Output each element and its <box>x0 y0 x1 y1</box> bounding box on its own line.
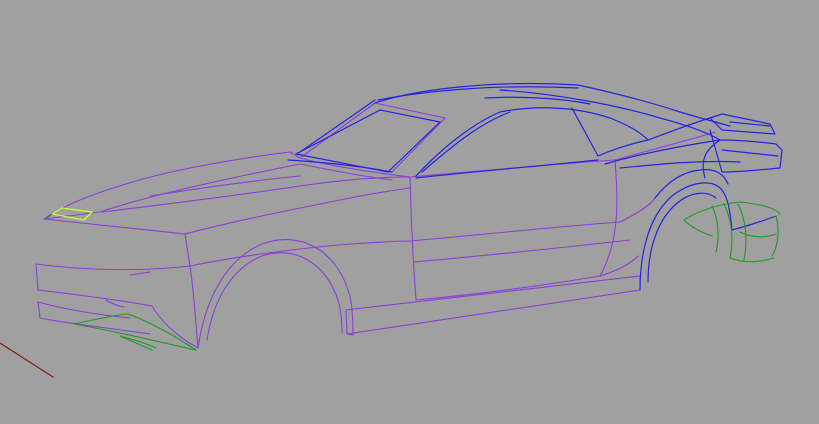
car-wireframe-model[interactable] <box>0 0 819 424</box>
upper-body-curves <box>287 82 783 291</box>
world-axis-x <box>0 342 54 378</box>
trim-vent-curves <box>73 201 781 351</box>
3d-viewport[interactable] <box>0 0 819 424</box>
body-panel-curves <box>35 102 716 349</box>
